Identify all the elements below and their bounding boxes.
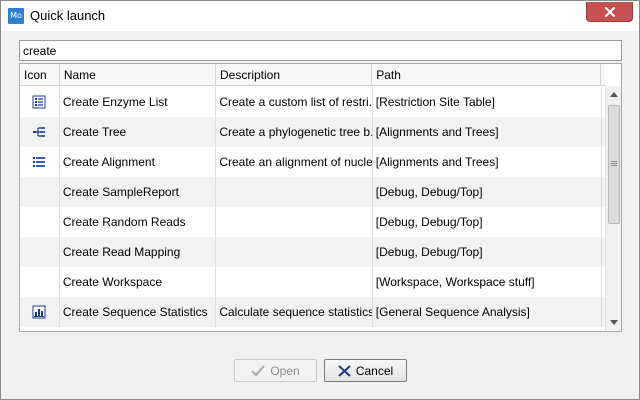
row-name: Create Enzyme List (60, 87, 217, 117)
close-button[interactable] (586, 2, 633, 22)
open-button[interactable]: Open (234, 359, 317, 382)
row-icon-cell (20, 267, 60, 297)
results-table: Icon Name Description Path Create Enzyme… (19, 63, 622, 332)
row-icon-cell (20, 207, 60, 237)
row-description: Calculate sequence statistics... (216, 297, 373, 327)
row-icon-cell (20, 87, 60, 117)
table-row[interactable]: Create Random Reads [Debug, Debug/Top] (20, 207, 605, 237)
table-row[interactable]: Create SampleReport [Debug, Debug/Top] (20, 177, 605, 207)
alignment-icon (33, 157, 46, 167)
arrow-down-icon (610, 320, 618, 325)
grip-line (611, 163, 617, 164)
column-header-filler (601, 64, 605, 86)
search-input[interactable] (19, 40, 622, 61)
table-row[interactable]: Create Workspace [Workspace, Workspace s… (20, 267, 605, 297)
tree-icon (33, 127, 46, 137)
row-path: [Debug, Debug/Top] (373, 207, 602, 237)
scrollbar-thumb[interactable] (608, 105, 620, 224)
row-description: Create a custom list of restri... (216, 87, 373, 117)
checkmark-icon (251, 364, 266, 376)
row-path: [Debug, Debug/Top] (373, 237, 602, 267)
row-name: Create Tree (60, 117, 217, 147)
row-description: Create a phylogenetic tree b... (216, 117, 373, 147)
row-description (216, 267, 373, 297)
row-path: [Debug, Debug/Top] (373, 177, 602, 207)
table-header: Icon Name Description Path (20, 64, 605, 86)
row-path: [General Sequence Analysis] (373, 297, 602, 327)
scroll-down-button[interactable] (606, 314, 621, 331)
sequence-statistics-icon (32, 305, 46, 319)
enzyme-list-icon (32, 95, 46, 109)
row-path: [Restriction Site Table] (373, 87, 602, 117)
row-name: Create SampleReport (60, 177, 217, 207)
title-bar[interactable]: Mo Quick launch (1, 1, 639, 31)
close-icon (604, 6, 615, 17)
row-name: Create Read Mapping (60, 237, 217, 267)
column-header-description[interactable]: Description (216, 64, 373, 86)
open-button-label: Open (270, 363, 300, 378)
table-row[interactable]: Create Read Mapping [Debug, Debug/Top] (20, 237, 605, 267)
table-row[interactable]: Create Alignment Create an alignment of … (20, 147, 605, 177)
vertical-scrollbar[interactable] (605, 86, 621, 331)
column-header-icon[interactable]: Icon (20, 64, 60, 86)
scroll-up-button[interactable] (606, 86, 621, 103)
table-row[interactable]: Create Sequence Statistics Calculate seq… (20, 297, 605, 327)
row-icon-cell (20, 297, 60, 327)
row-path: [Workspace, Workspace stuff] (373, 267, 602, 297)
grip-line (611, 161, 617, 162)
cancel-button[interactable]: Cancel (324, 359, 407, 382)
app-icon: Mo (8, 8, 24, 24)
table-row[interactable]: Create Enzyme List Create a custom list … (20, 87, 605, 117)
row-icon-cell (20, 237, 60, 267)
table-body: Create Enzyme List Create a custom list … (20, 87, 605, 327)
cancel-button-label: Cancel (355, 363, 394, 378)
row-icon-cell (20, 147, 60, 177)
row-name: Create Alignment (60, 147, 217, 177)
row-name: Create Workspace (60, 267, 217, 297)
row-path: [Alignments and Trees] (373, 117, 602, 147)
row-icon-cell (20, 117, 60, 147)
row-description: Create an alignment of nucle... (216, 147, 373, 177)
row-path: [Alignments and Trees] (373, 147, 602, 177)
cancel-x-icon (338, 364, 351, 377)
row-name: Create Random Reads (60, 207, 217, 237)
row-description (216, 207, 373, 237)
arrow-up-icon (610, 92, 618, 97)
row-name: Create Sequence Statistics (60, 297, 217, 327)
grip-line (611, 165, 617, 166)
row-description (216, 177, 373, 207)
quick-launch-dialog: Mo Quick launch Icon Name Description Pa… (0, 0, 640, 400)
column-header-name[interactable]: Name (60, 64, 216, 86)
row-description (216, 237, 373, 267)
window-title: Quick launch (30, 8, 106, 23)
row-icon-cell (20, 177, 60, 207)
column-header-path[interactable]: Path (372, 64, 601, 86)
table-row[interactable]: Create Tree Create a phylogenetic tree b… (20, 117, 605, 147)
